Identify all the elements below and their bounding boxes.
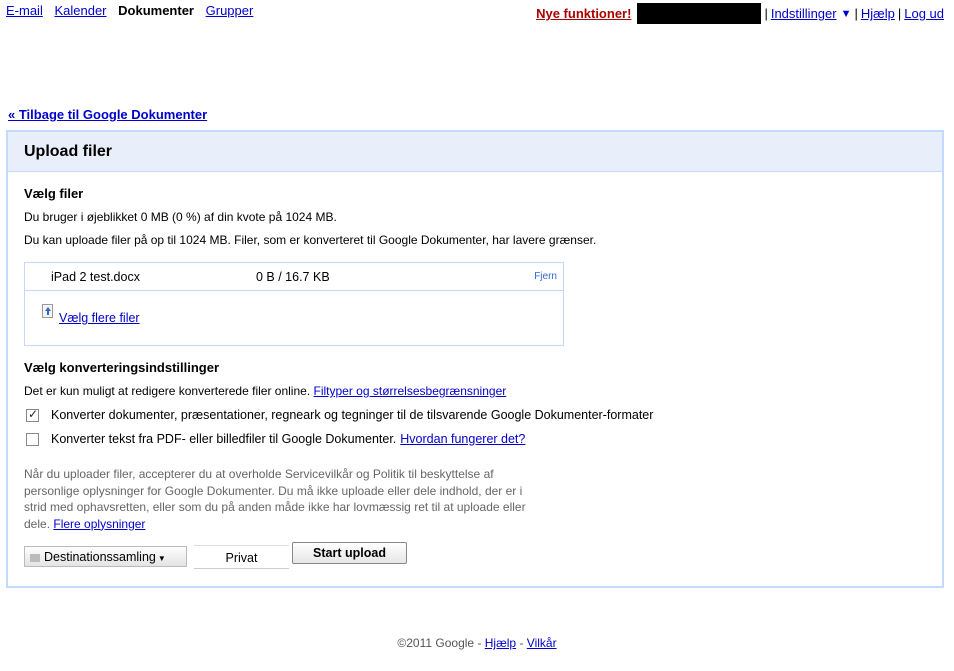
- file-row: iPad 2 test.docx 0 B / 16.7 KB Fjern: [25, 263, 563, 291]
- new-features-link[interactable]: Nye funktioner!: [536, 6, 631, 21]
- nav-documents: Dokumenter: [118, 3, 194, 18]
- destination-label: Destinationssamling: [44, 550, 156, 564]
- convert-ocr-checkbox[interactable]: [26, 432, 39, 446]
- footer-help-link[interactable]: Hjælp: [485, 636, 516, 650]
- upload-panel: Upload filer Vælg filer Du bruger i øjeb…: [6, 130, 944, 588]
- choose-files-heading: Vælg filer: [24, 186, 84, 201]
- file-progress: 0 B / 16.7 KB: [256, 270, 330, 284]
- action-buttons: Destinationssamling ▼ Privat Start upload: [24, 542, 444, 572]
- logout-link[interactable]: Log ud: [904, 6, 944, 21]
- remove-file-link[interactable]: Fjern: [534, 271, 557, 282]
- selected-files-box: iPad 2 test.docx 0 B / 16.7 KB Fjern Væl…: [24, 262, 564, 346]
- nav-calendar[interactable]: Kalender: [54, 3, 106, 18]
- product-nav: E-mail Kalender Dokumenter Grupper: [6, 3, 261, 18]
- separator: |: [897, 6, 902, 21]
- convert-documents-option[interactable]: Konverter dokumenter, præsentationer, re…: [24, 407, 924, 422]
- settings-dropdown-icon[interactable]: ▼: [841, 8, 852, 20]
- panel-content: Vælg filer Du bruger i øjeblikket 0 MB (…: [24, 186, 924, 569]
- footer-terms-link[interactable]: Vilkår: [527, 636, 557, 650]
- choose-more-files-link[interactable]: Vælg flere filer: [59, 311, 140, 325]
- sharing-private-button[interactable]: Privat: [194, 545, 289, 569]
- top-navigation-bar: E-mail Kalender Dokumenter Grupper Nye f…: [0, 0, 954, 24]
- size-limit-text: Du kan uploade filer på op til 1024 MB. …: [24, 233, 597, 247]
- convert-documents-checkbox[interactable]: [26, 407, 39, 422]
- redacted-account-email: [637, 3, 762, 24]
- folder-icon: [30, 553, 40, 562]
- file-name: iPad 2 test.docx: [51, 270, 140, 284]
- nav-groups[interactable]: Grupper: [206, 3, 254, 18]
- convert-documents-label: Konverter dokumenter, præsentationer, re…: [51, 408, 654, 422]
- settings-link[interactable]: Indstillinger: [771, 6, 837, 21]
- page-title: Upload filer: [24, 143, 113, 160]
- start-upload-button[interactable]: Start upload: [292, 542, 407, 564]
- destination-collection-button[interactable]: Destinationssamling ▼: [24, 546, 187, 567]
- footer: ©2011 Google - Hjælp - Vilkår: [0, 636, 954, 650]
- back-to-documents-link[interactable]: « Tilbage til Google Dokumenter: [8, 107, 207, 122]
- conversion-settings: Vælg konverteringsindstillinger Det er k…: [24, 360, 924, 446]
- upload-file-icon[interactable]: [42, 304, 53, 318]
- convert-ocr-label: Konverter tekst fra PDF- eller billedfil…: [51, 432, 397, 446]
- copyright-text: ©2011 Google -: [397, 636, 482, 650]
- chevron-down-icon: ▼: [157, 554, 166, 563]
- how-it-works-link[interactable]: Hvordan fungerer det?: [400, 432, 525, 446]
- separator: |: [764, 6, 768, 21]
- terms-notice: Når du uploader filer, accepterer du at …: [24, 466, 544, 532]
- panel-header: Upload filer: [8, 132, 942, 172]
- separator: |: [854, 6, 858, 21]
- conversion-heading: Vælg konverteringsindstillinger: [24, 360, 220, 375]
- quota-text: Du bruger i øjeblikket 0 MB (0 %) af din…: [24, 210, 337, 224]
- account-nav: Nye funktioner! | Indstillinger ▼ | Hjæl…: [536, 3, 944, 24]
- nav-email[interactable]: E-mail: [6, 3, 43, 18]
- footer-separator: -: [519, 636, 524, 650]
- convert-ocr-option[interactable]: Konverter tekst fra PDF- eller billedfil…: [24, 432, 924, 446]
- file-types-link[interactable]: Filtyper og størrelsesbegrænsninger: [314, 384, 507, 398]
- help-link[interactable]: Hjælp: [861, 6, 895, 21]
- more-info-link[interactable]: Flere oplysninger: [53, 517, 145, 531]
- conversion-note: Det er kun muligt at redigere konvertere…: [24, 384, 924, 398]
- conversion-note-text: Det er kun muligt at redigere konvertere…: [24, 384, 311, 398]
